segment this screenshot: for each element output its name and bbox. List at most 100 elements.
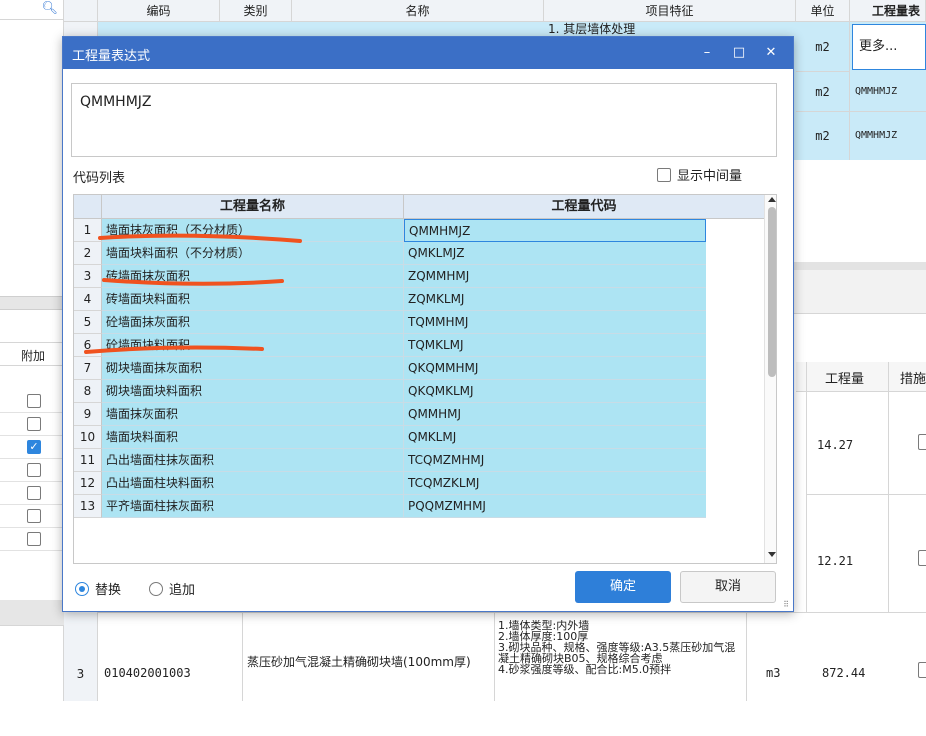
scroll-thumb[interactable] <box>768 207 776 377</box>
row-number: 13 <box>74 495 102 518</box>
quantity-name-cell[interactable]: 平齐墙面柱抹灰面积 <box>102 495 404 518</box>
expr-cell-editing[interactable]: 更多... <box>852 24 926 70</box>
scroll-down-icon[interactable] <box>768 552 776 557</box>
resize-grip-icon[interactable]: ⠿ <box>783 600 789 609</box>
quantity-code-cell[interactable]: TCQMZMHMJ <box>404 449 706 472</box>
quantity-code-cell[interactable]: ZQMMHMJ <box>404 265 706 288</box>
code-row[interactable]: 2 墙面块料面积（不分材质） QMKLMJZ <box>74 242 764 265</box>
quantity-name-cell[interactable]: 砼墙面块料面积 <box>102 334 404 357</box>
quantity-code-cell[interactable]: QMMHMJ <box>404 403 706 426</box>
code-row[interactable]: 4 砖墙面块料面积 ZQMKLMJ <box>74 288 764 311</box>
append-radio[interactable]: 追加 <box>149 579 195 598</box>
expr-cell[interactable]: QMMHMJZ <box>850 112 926 160</box>
quantity-code-cell[interactable]: TQMMHMJ <box>404 311 706 334</box>
row-number: 6 <box>74 334 102 357</box>
left-row <box>0 482 64 505</box>
row-index: 3 <box>64 612 98 701</box>
quantity-name-cell[interactable]: 墙面抹灰面积 <box>102 403 404 426</box>
quantity-code-cell[interactable]: QMKLMJ <box>404 426 706 449</box>
code-row[interactable]: 12 凸出墙面柱块料面积 TCQMZKLMJ <box>74 472 764 495</box>
code-row[interactable]: 5 砼墙面抹灰面积 TQMMHMJ <box>74 311 764 334</box>
row-number: 3 <box>74 265 102 288</box>
row-number: 4 <box>74 288 102 311</box>
quantity-code-cell[interactable]: QMMHMJZ <box>404 219 706 242</box>
table-row[interactable] <box>64 612 926 701</box>
maximize-icon[interactable]: □ <box>729 43 749 63</box>
code-row[interactable]: 3 砖墙面抹灰面积 ZQMMHMJ <box>74 265 764 288</box>
col-code-header[interactable]: 编码 <box>98 0 220 22</box>
quantity-code-cell[interactable]: ZQMKLMJ <box>404 288 706 311</box>
quantity-code-cell[interactable]: QKQMKLMJ <box>404 380 706 403</box>
unit-cell: m2 <box>796 22 850 72</box>
row-code: 010402001003 <box>104 666 191 680</box>
quantity-name-cell[interactable]: 砼墙面抹灰面积 <box>102 311 404 334</box>
append-label: 追加 <box>169 583 196 598</box>
col-divider <box>242 612 243 701</box>
col-expr-header[interactable]: 工程量表 <box>850 0 926 22</box>
quantity-code-cell[interactable]: QKQMMHMJ <box>404 357 706 380</box>
quantity-name-cell[interactable]: 砖墙面抹灰面积 <box>102 265 404 288</box>
code-row[interactable]: 9 墙面抹灰面积 QMMHMJ <box>74 403 764 426</box>
quantity-name-cell[interactable]: 砌块墙面抹灰面积 <box>102 357 404 380</box>
name-column-header[interactable]: 工程量名称 <box>102 195 404 219</box>
show-intermediate-checkbox[interactable]: 显示中间量 <box>657 165 742 184</box>
checkbox[interactable] <box>27 532 41 546</box>
code-row[interactable]: 11 凸出墙面柱抹灰面积 TCQMZMHMJ <box>74 449 764 472</box>
code-column-header[interactable]: 工程量代码 <box>404 195 764 219</box>
checkbox[interactable] <box>27 509 41 523</box>
code-row[interactable]: 7 砌块墙面抹灰面积 QKQMMHMJ <box>74 357 764 380</box>
cancel-button[interactable]: 取消 <box>680 571 776 603</box>
scroll-up-icon[interactable] <box>768 197 776 202</box>
checkbox[interactable] <box>27 417 41 431</box>
search-icon[interactable]: 🔍︎ <box>41 1 58 16</box>
replace-radio[interactable]: 替换 <box>75 579 121 598</box>
radio-unselected[interactable] <box>149 582 163 596</box>
quantity-name-cell[interactable]: 墙面抹灰面积（不分材质） <box>102 219 404 242</box>
col-feature-header[interactable]: 项目特征 <box>544 0 796 22</box>
quantity-code-cell[interactable]: PQQMZMHMJ <box>404 495 706 518</box>
row-number: 7 <box>74 357 102 380</box>
col-name-header[interactable]: 名称 <box>292 0 544 22</box>
quantity-name-cell[interactable]: 墙面块料面积（不分材质） <box>102 242 404 265</box>
quantity-code-cell[interactable]: QMKLMJZ <box>404 242 706 265</box>
quantity-code-cell[interactable]: TQMKLMJ <box>404 334 706 357</box>
minimize-icon[interactable]: – <box>697 43 717 63</box>
qty-header[interactable]: 工程量 <box>825 368 864 387</box>
quantity-code-cell[interactable]: TCQMZKLMJ <box>404 472 706 495</box>
checkbox[interactable] <box>918 434 926 450</box>
quantity-name-cell[interactable]: 墙面块料面积 <box>102 426 404 449</box>
code-row[interactable]: 13 平齐墙面柱抹灰面积 PQQMZMHMJ <box>74 495 764 518</box>
vertical-scrollbar[interactable] <box>764 195 776 563</box>
left-row <box>0 413 64 436</box>
checkbox-box[interactable] <box>657 168 671 182</box>
row-name: 蒸压砂加气混凝土精确砌块墙(100mm厚) <box>247 655 471 669</box>
checkbox-checked[interactable]: ✓ <box>27 440 41 454</box>
quantity-name-cell[interactable]: 砖墙面块料面积 <box>102 288 404 311</box>
code-row[interactable]: 8 砌块墙面块料面积 QKQMKLMJ <box>74 380 764 403</box>
left-search-box[interactable]: 🔍︎ <box>0 0 64 20</box>
checkbox[interactable] <box>918 550 926 566</box>
code-row[interactable]: 6 砼墙面块料面积 TQMKLMJ <box>74 334 764 357</box>
checkbox[interactable] <box>27 486 41 500</box>
row-number: 8 <box>74 380 102 403</box>
checkbox[interactable] <box>918 662 926 678</box>
dialog-title-bar[interactable]: 工程量表达式 – □ ✕ <box>63 37 793 69</box>
col-unit-header[interactable]: 单位 <box>796 0 850 22</box>
quantity-name-cell[interactable]: 凸出墙面柱块料面积 <box>102 472 404 495</box>
checkbox[interactable] <box>27 463 41 477</box>
ok-button[interactable]: 确定 <box>575 571 671 603</box>
code-row[interactable]: 10 墙面块料面积 QMKLMJ <box>74 426 764 449</box>
measure-header[interactable]: 措施 <box>900 368 926 387</box>
radio-selected[interactable] <box>75 582 89 596</box>
left-header: 附加 <box>0 342 64 366</box>
expression-input[interactable]: QMMHMJZ <box>71 83 777 157</box>
unit-cell: m2 <box>796 112 850 160</box>
code-row[interactable]: 1 墙面抹灰面积（不分材质） QMMHMJZ <box>74 219 764 242</box>
quantity-name-cell[interactable]: 砌块墙面块料面积 <box>102 380 404 403</box>
expr-cell[interactable]: QMMHMJZ <box>850 72 926 112</box>
left-splitter[interactable] <box>0 296 64 310</box>
checkbox[interactable] <box>27 394 41 408</box>
col-type-header[interactable]: 类别 <box>220 0 292 22</box>
close-icon[interactable]: ✕ <box>761 43 781 63</box>
quantity-name-cell[interactable]: 凸出墙面柱抹灰面积 <box>102 449 404 472</box>
